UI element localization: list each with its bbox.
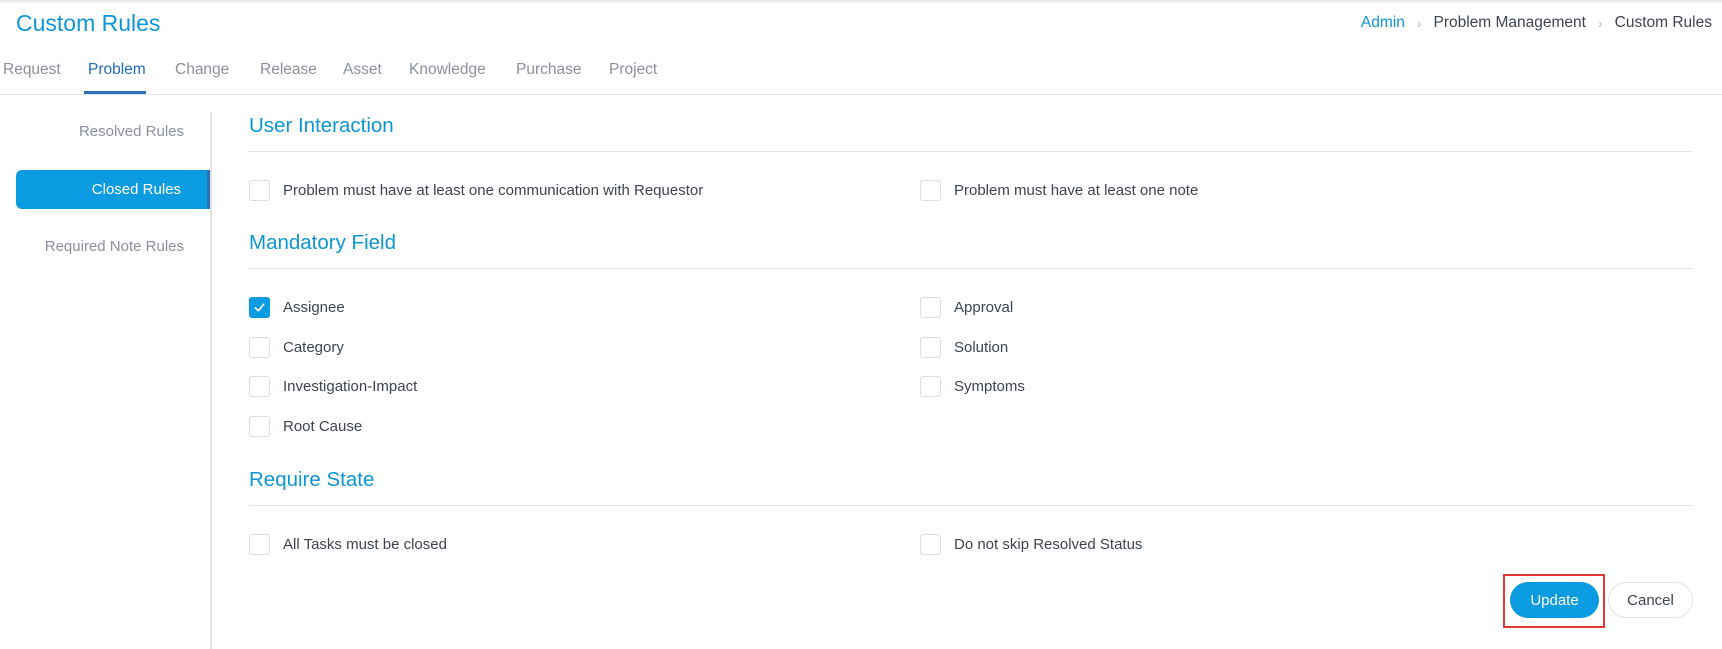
tab-change[interactable]: Change <box>175 61 229 94</box>
section-title-user-interaction: User Interaction <box>249 114 394 137</box>
checkbox-label: All Tasks must be closed <box>283 536 447 553</box>
checkbox-box[interactable] <box>920 180 941 201</box>
checkbox-box[interactable] <box>920 297 941 318</box>
checkbox-label: Investigation-Impact <box>283 378 418 395</box>
checkmark-icon <box>254 303 265 312</box>
section-divider <box>249 151 1692 152</box>
checkbox-box[interactable] <box>249 180 270 201</box>
checkbox-label: Symptoms <box>954 378 1025 395</box>
checkbox-box[interactable] <box>249 534 270 555</box>
checkbox-box[interactable] <box>920 534 941 555</box>
tab-problem[interactable]: Problem <box>84 61 146 94</box>
checkbox-at-least-one-note[interactable]: Problem must have at least one note <box>920 180 1198 201</box>
checkbox-box[interactable] <box>249 416 270 437</box>
rules-sidebar: Resolved Rules Closed Rules Required Not… <box>0 112 212 649</box>
update-button[interactable]: Update <box>1510 582 1599 618</box>
checkbox-do-not-skip-resolved[interactable]: Do not skip Resolved Status <box>920 534 1142 555</box>
breadcrumb-admin[interactable]: Admin <box>1361 14 1405 32</box>
tab-project[interactable]: Project <box>609 61 657 94</box>
checkbox-box[interactable] <box>920 337 941 358</box>
breadcrumb: Admin › Problem Management › Custom Rule… <box>1361 14 1712 32</box>
checkbox-label: Solution <box>954 339 1009 356</box>
cancel-button[interactable]: Cancel <box>1608 582 1693 618</box>
checkbox-box[interactable] <box>249 376 270 397</box>
top-shadow <box>0 0 1722 4</box>
checkbox-box-checked[interactable] <box>249 297 270 318</box>
breadcrumb-custom-rules: Custom Rules <box>1614 14 1712 31</box>
section-title-mandatory-field: Mandatory Field <box>249 231 396 254</box>
checkbox-symptoms[interactable]: Symptoms <box>920 376 1025 397</box>
tab-asset[interactable]: Asset <box>343 61 382 94</box>
module-tabs: Request Problem Change Release Asset Kno… <box>0 56 1722 95</box>
breadcrumb-problem-management: Problem Management <box>1433 14 1586 31</box>
checkbox-assignee[interactable]: Assignee <box>249 297 345 318</box>
checkbox-label: Root Cause <box>283 418 363 435</box>
sidebar-item-required-note-rules[interactable]: Required Note Rules <box>45 238 184 255</box>
tab-purchase[interactable]: Purchase <box>516 61 581 94</box>
checkbox-approval[interactable]: Approval <box>920 297 1013 318</box>
tab-knowledge[interactable]: Knowledge <box>409 61 486 94</box>
section-title-require-state: Require State <box>249 468 375 491</box>
sidebar-item-resolved-rules[interactable]: Resolved Rules <box>79 123 184 140</box>
checkbox-label: Problem must have at least one communica… <box>283 182 704 199</box>
tab-request[interactable]: Request <box>3 61 61 94</box>
sidebar-item-closed-rules[interactable]: Closed Rules <box>16 170 210 209</box>
checkbox-root-cause[interactable]: Root Cause <box>249 416 362 437</box>
checkbox-all-tasks-closed[interactable]: All Tasks must be closed <box>249 534 447 555</box>
checkbox-investigation-impact[interactable]: Investigation-Impact <box>249 376 417 397</box>
checkbox-box[interactable] <box>249 337 270 358</box>
checkbox-label: Category <box>283 339 344 356</box>
tab-release[interactable]: Release <box>260 61 317 94</box>
checkbox-category[interactable]: Category <box>249 337 344 358</box>
page-title: Custom Rules <box>16 10 161 36</box>
chevron-right-icon: › <box>1597 15 1603 31</box>
checkbox-solution[interactable]: Solution <box>920 337 1008 358</box>
checkbox-communication-with-requestor[interactable]: Problem must have at least one communica… <box>249 180 703 201</box>
checkbox-label: Do not skip Resolved Status <box>954 536 1143 553</box>
chevron-right-icon: › <box>1416 15 1422 31</box>
checkbox-box[interactable] <box>920 376 941 397</box>
section-divider <box>249 268 1692 269</box>
checkbox-label: Approval <box>954 299 1014 316</box>
section-divider <box>249 505 1692 506</box>
checkbox-label: Assignee <box>283 299 345 316</box>
checkbox-label: Problem must have at least one note <box>954 182 1199 199</box>
